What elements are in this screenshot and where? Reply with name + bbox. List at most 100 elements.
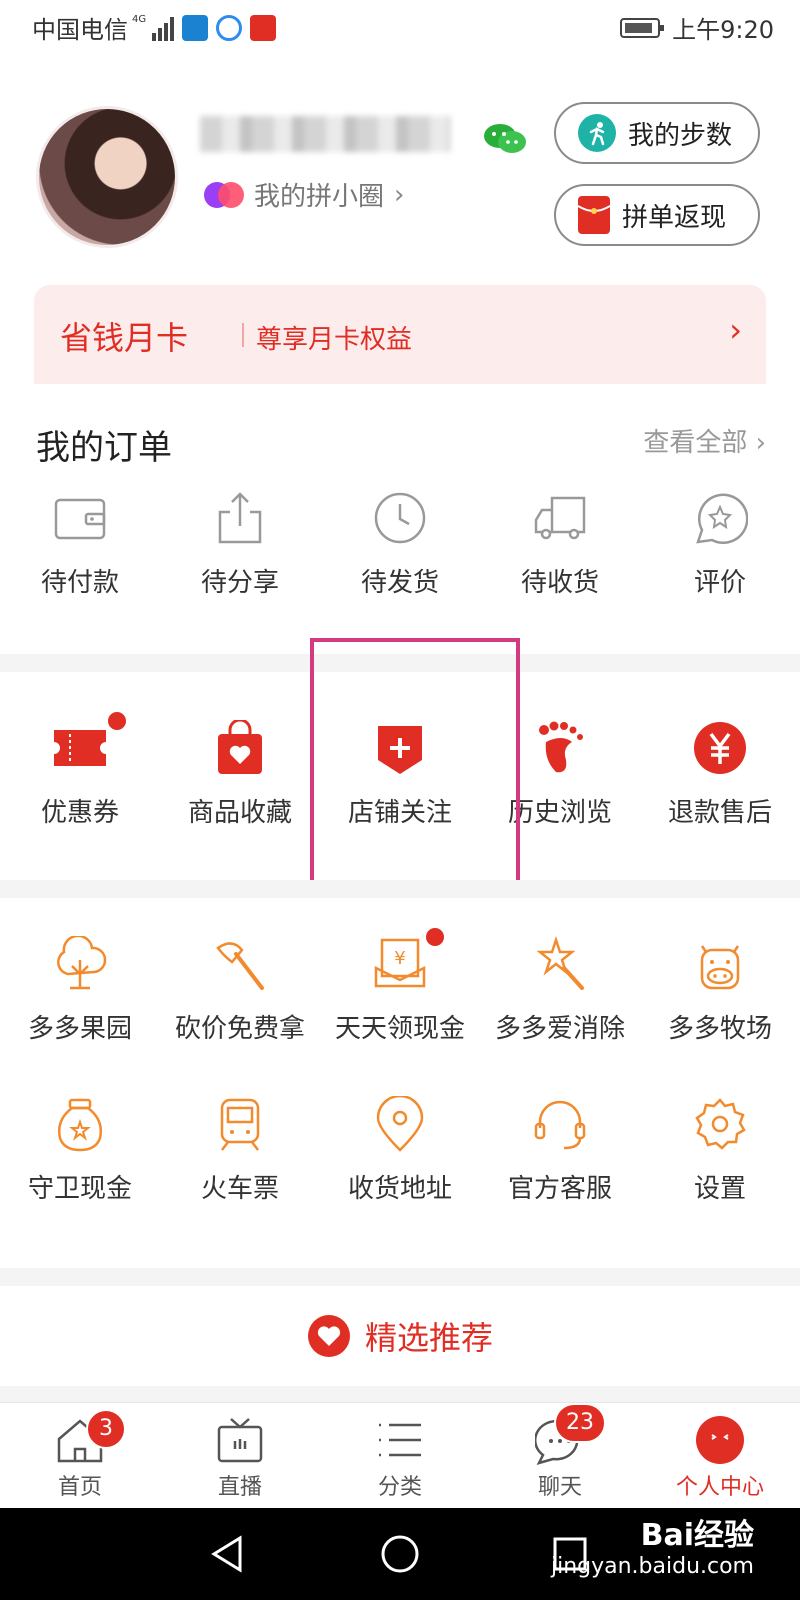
order-status-row: 待付款 待分享 待发货 待收货 评价 bbox=[0, 490, 800, 599]
home-badge: 3 bbox=[86, 1409, 126, 1449]
red-envelope-icon bbox=[578, 196, 610, 234]
feature-label: 守卫现金 bbox=[27, 1174, 132, 1204]
wallet-icon bbox=[54, 498, 106, 540]
divider bbox=[242, 323, 244, 347]
star-bubble-icon bbox=[696, 493, 748, 545]
quick-link-label: 商品收藏 bbox=[187, 798, 292, 828]
section-gap bbox=[0, 880, 800, 898]
feature-label: 多多爱消除 bbox=[494, 1014, 625, 1044]
avatar[interactable] bbox=[36, 106, 178, 248]
tab-label: 聊天 bbox=[537, 1475, 582, 1500]
signal-icon bbox=[152, 15, 175, 41]
my-steps-button[interactable]: 我的步数 bbox=[554, 102, 760, 164]
feature-label: 火车票 bbox=[200, 1174, 279, 1204]
pinduoduo-icon bbox=[250, 14, 277, 41]
axe-icon bbox=[216, 942, 264, 990]
duoduo-orchard-link[interactable]: 多多果园 bbox=[0, 936, 160, 1045]
highlight-annotation bbox=[310, 638, 520, 898]
heart-badge-icon bbox=[307, 1315, 350, 1357]
recommend-header: 精选推荐 bbox=[0, 1286, 800, 1386]
favorites-link[interactable]: 商品收藏 bbox=[160, 720, 320, 829]
order-pending-payment[interactable]: 待付款 bbox=[0, 490, 160, 599]
shipping-address-link[interactable]: 收货地址 bbox=[320, 1096, 480, 1205]
section-gap bbox=[0, 1386, 800, 1402]
tab-label: 分类 bbox=[377, 1475, 422, 1500]
features-section: 多多果园 砍价免费拿 ¥ 天天领现金 多多爱消除 多多牧场 守卫现金 火车票 收… bbox=[0, 898, 800, 1268]
group-cashback-button[interactable]: 拼单返现 bbox=[554, 184, 760, 246]
order-pending-shipment[interactable]: 待发货 bbox=[320, 490, 480, 599]
settings-link[interactable]: 设置 bbox=[640, 1096, 800, 1205]
my-orders-section: 我的订单 查看全部 › 待付款 待分享 待发货 待收货 评价 bbox=[0, 384, 800, 654]
notification-dot bbox=[424, 926, 446, 948]
quick-link-label: 历史浏览 bbox=[507, 798, 612, 828]
quick-link-label: 退款售后 bbox=[667, 798, 772, 828]
home-circle-icon[interactable] bbox=[380, 1534, 420, 1574]
bargain-free-link[interactable]: 砍价免费拿 bbox=[160, 936, 320, 1045]
qq-browser-icon bbox=[216, 14, 243, 41]
order-item-label: 待发货 bbox=[360, 568, 439, 598]
cow-icon bbox=[700, 945, 740, 990]
tab-label: 个人中心 bbox=[675, 1475, 764, 1500]
baidu-watermark: Bai经验 jingyan.baidu.com bbox=[551, 1518, 754, 1580]
money-bag-icon bbox=[58, 1098, 102, 1152]
network-type: 4G bbox=[132, 14, 147, 25]
section-gap bbox=[0, 1268, 800, 1286]
yuan-icon bbox=[694, 722, 746, 774]
recommend-label: 精选推荐 bbox=[364, 1319, 493, 1357]
tv-icon bbox=[217, 1418, 263, 1463]
pin-circle-icon bbox=[204, 180, 246, 210]
watermark-url: jingyan.baidu.com bbox=[550, 1554, 754, 1579]
guard-cash-link[interactable]: 守卫现金 bbox=[0, 1096, 160, 1205]
order-item-label: 待分享 bbox=[200, 568, 279, 598]
tab-profile[interactable]: 个人中心 bbox=[640, 1403, 800, 1508]
feature-label: 多多果园 bbox=[27, 1014, 132, 1044]
feature-label: 收货地址 bbox=[347, 1174, 452, 1204]
watermark-title: Bai经验 bbox=[640, 1518, 754, 1553]
notification-dot bbox=[106, 710, 128, 732]
order-pending-receipt[interactable]: 待收货 bbox=[480, 490, 640, 599]
profile-section: 我的拼小圈 › 我的步数 拼单返现 bbox=[0, 56, 800, 286]
duoduo-ranch-link[interactable]: 多多牧场 bbox=[640, 936, 800, 1045]
coupons-link[interactable]: 优惠券 bbox=[0, 710, 160, 829]
view-all-orders-link[interactable]: 查看全部 › bbox=[643, 422, 766, 459]
tab-categories[interactable]: 分类 bbox=[320, 1403, 480, 1508]
duoduo-elimination-link[interactable]: 多多爱消除 bbox=[480, 936, 640, 1045]
refund-aftersale-link[interactable]: 退款售后 bbox=[640, 720, 800, 829]
tree-icon bbox=[57, 936, 107, 990]
battery-icon bbox=[620, 17, 665, 38]
back-icon[interactable] bbox=[208, 1534, 248, 1574]
list-icon bbox=[379, 1423, 421, 1457]
chat-badge: 23 bbox=[554, 1403, 606, 1443]
bottom-tab-bar: 3 首页 直播 分类 23 聊天 个人中心 bbox=[0, 1402, 800, 1508]
coupon-icon bbox=[54, 730, 106, 766]
feature-label: 多多牧场 bbox=[667, 1014, 772, 1044]
order-review[interactable]: 评价 bbox=[640, 490, 800, 599]
cash-envelope-icon: ¥ bbox=[374, 938, 426, 988]
star-wand-icon bbox=[536, 936, 584, 990]
train-tickets-link[interactable]: 火车票 bbox=[160, 1096, 320, 1205]
tab-chat[interactable]: 23 聊天 bbox=[480, 1403, 640, 1508]
share-icon bbox=[218, 492, 262, 544]
feature-label: 砍价免费拿 bbox=[174, 1014, 305, 1044]
username-blurred bbox=[200, 116, 450, 152]
status-left: 中国电信 4G bbox=[32, 10, 277, 45]
chevron-right-icon: › bbox=[729, 311, 742, 349]
tab-home[interactable]: 3 首页 bbox=[0, 1403, 160, 1508]
customer-service-link[interactable]: 官方客服 bbox=[480, 1096, 640, 1205]
group-cashback-label: 拼单返现 bbox=[622, 202, 727, 233]
feature-label: 天天领现金 bbox=[334, 1014, 465, 1044]
order-pending-share[interactable]: 待分享 bbox=[160, 490, 320, 599]
system-nav-bar: Bai经验 jingyan.baidu.com bbox=[0, 1508, 800, 1600]
clock-icon bbox=[374, 492, 426, 544]
truck-icon bbox=[534, 496, 586, 540]
order-item-label: 待付款 bbox=[40, 568, 119, 598]
daily-cash-link[interactable]: ¥ 天天领现金 bbox=[320, 926, 480, 1045]
alipay-icon bbox=[182, 14, 209, 41]
running-icon bbox=[578, 114, 616, 152]
pin-circle-link[interactable]: 我的拼小圈 › bbox=[204, 176, 404, 213]
order-item-label: 评价 bbox=[693, 568, 746, 598]
money-saving-month-card[interactable]: 省钱月卡 尊享月卡权益 › bbox=[34, 285, 766, 385]
tab-label: 首页 bbox=[57, 1475, 102, 1500]
svg-text:¥: ¥ bbox=[394, 948, 405, 969]
tab-live[interactable]: 直播 bbox=[160, 1403, 320, 1508]
